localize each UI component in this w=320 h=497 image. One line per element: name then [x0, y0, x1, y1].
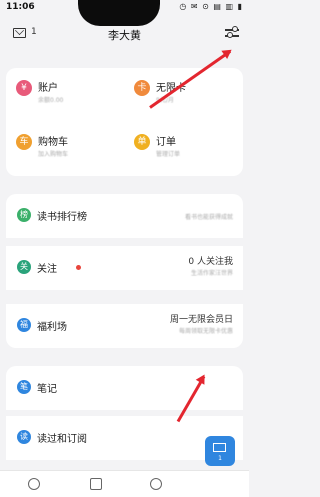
row-value: 周一无限会员日: [169, 315, 233, 325]
store-icon[interactable]: [150, 478, 162, 490]
row-label: 读过和订阅: [37, 434, 87, 445]
row-reading-ranking[interactable]: 榜 读书排行榜 看书也能获得成就: [6, 194, 243, 238]
row-label: 读书排行榜: [37, 212, 87, 223]
bookshelf-icon[interactable]: [90, 478, 102, 490]
floating-mail-button[interactable]: 1: [205, 436, 235, 466]
grid-item-account[interactable]: ¥ 账户 余额0.00: [6, 72, 124, 120]
row-label: 关注: [37, 264, 57, 275]
card-icon: 卡: [134, 80, 150, 96]
grid-label: 账户: [38, 83, 58, 94]
page-title: 李大黄: [108, 29, 141, 42]
status-time: 11:06: [6, 2, 35, 12]
grid-item-orders[interactable]: 单 订单 管理订单: [124, 126, 242, 174]
cart-icon: 车: [16, 134, 32, 150]
mail-icon: [213, 443, 226, 452]
order-icon: 单: [134, 134, 150, 150]
top-bar: 1 李大黄: [0, 22, 249, 46]
bottom-nav: [0, 470, 249, 497]
grid-sub: 管理订单: [156, 151, 181, 158]
row-value: 0 人关注我: [188, 257, 233, 267]
fab-count: 1: [218, 455, 222, 462]
note-icon: 笔: [17, 380, 31, 394]
read-icon: 读: [17, 430, 31, 444]
row-subtext: 每周领取无限卡优惠: [178, 328, 233, 335]
notification-dot: [76, 265, 81, 270]
gift-icon: 福: [17, 318, 31, 332]
account-grid-card: ¥ 账户 余额0.00 卡 无限卡 9元/月 车 购物车 加入购物车 单 订单 …: [6, 68, 243, 176]
grid-item-unlimited-card[interactable]: 卡 无限卡 9元/月: [124, 72, 242, 120]
grid-item-cart[interactable]: 车 购物车 加入购物车: [6, 126, 124, 174]
follow-icon: 关: [17, 260, 31, 274]
ranking-icon: 榜: [17, 208, 31, 222]
row-label: 福利场: [37, 322, 67, 333]
grid-label: 购物车: [38, 137, 68, 148]
row-label: 笔记: [37, 384, 57, 395]
grid-sub: 余额0.00: [38, 97, 64, 104]
row-subtext: 看书也能获得成就: [184, 214, 233, 221]
row-subtext: 生活作家汪世界: [190, 270, 233, 277]
grid-sub: 加入购物车: [38, 151, 69, 158]
row-follow[interactable]: 关 关注 0 人关注我 生活作家汪世界: [6, 246, 243, 290]
status-icons: ◷ ✉ ⊙ ▤ ▥ ▮: [179, 2, 243, 11]
row-notes[interactable]: 笔 笔记: [6, 366, 243, 410]
discover-icon[interactable]: [28, 478, 40, 490]
grid-label: 订单: [156, 137, 176, 148]
wallet-icon: ¥: [16, 80, 32, 96]
settings-icon[interactable]: [225, 26, 239, 39]
row-welfare[interactable]: 福 福利场 周一无限会员日 每周领取无限卡优惠: [6, 304, 243, 348]
